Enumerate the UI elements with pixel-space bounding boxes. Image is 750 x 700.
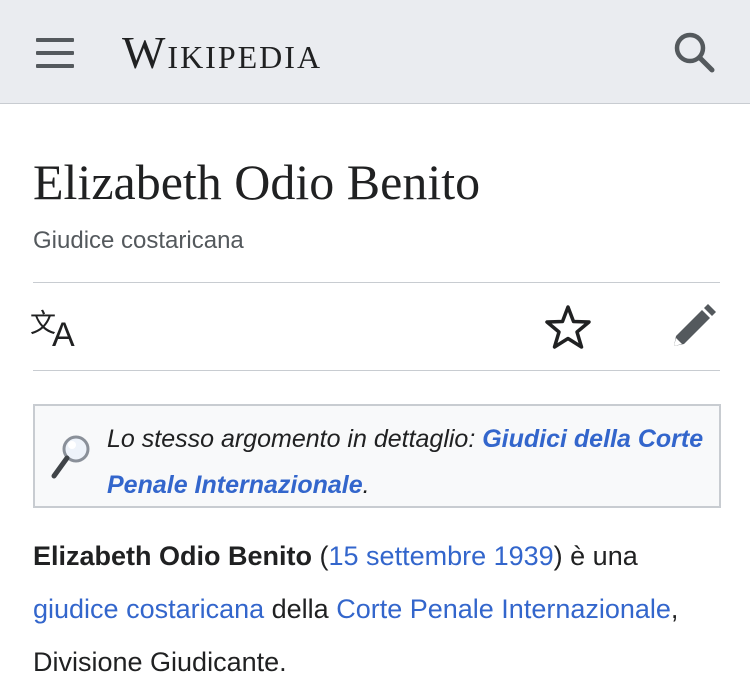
pencil-icon[interactable] [666, 302, 718, 354]
court-link[interactable]: Corte Penale Internazionale [336, 594, 671, 624]
text-della: della [264, 594, 337, 624]
magnifier-icon [51, 435, 90, 479]
search-icon[interactable] [672, 30, 716, 74]
text-after-date: ) è una [553, 541, 638, 571]
wikipedia-wordmark[interactable]: Wikipedia [122, 26, 322, 80]
hatnote-suffix: . [362, 471, 370, 499]
divider-bottom [33, 370, 720, 371]
top-header-bar: Wikipedia [0, 0, 750, 104]
hatnote-box: Lo stesso argomento in dettaglio: Giudic… [33, 404, 721, 508]
hatnote-text: Lo stesso argomento in dettaglio: Giudic… [107, 416, 707, 508]
page-subtitle: Giudice costaricana [33, 227, 244, 254]
language-icon[interactable]: 文 A [30, 302, 84, 350]
hamburger-menu-icon[interactable] [36, 38, 76, 68]
intro-paragraph: Elizabeth Odio Benito (15 settembre 1939… [33, 530, 723, 689]
judge-role-link[interactable]: giudice costaricana [33, 594, 264, 624]
star-icon[interactable] [542, 302, 594, 354]
hatnote-prefix: Lo stesso argomento in dettaglio: [107, 425, 483, 453]
svg-text:A: A [52, 316, 75, 350]
article-subject-bold: Elizabeth Odio Benito [33, 541, 313, 571]
birth-date-link[interactable]: 15 settembre 1939 [329, 541, 554, 571]
text-open-paren: ( [312, 541, 329, 571]
divider-top [33, 282, 720, 283]
page-title: Elizabeth Odio Benito [33, 154, 481, 210]
